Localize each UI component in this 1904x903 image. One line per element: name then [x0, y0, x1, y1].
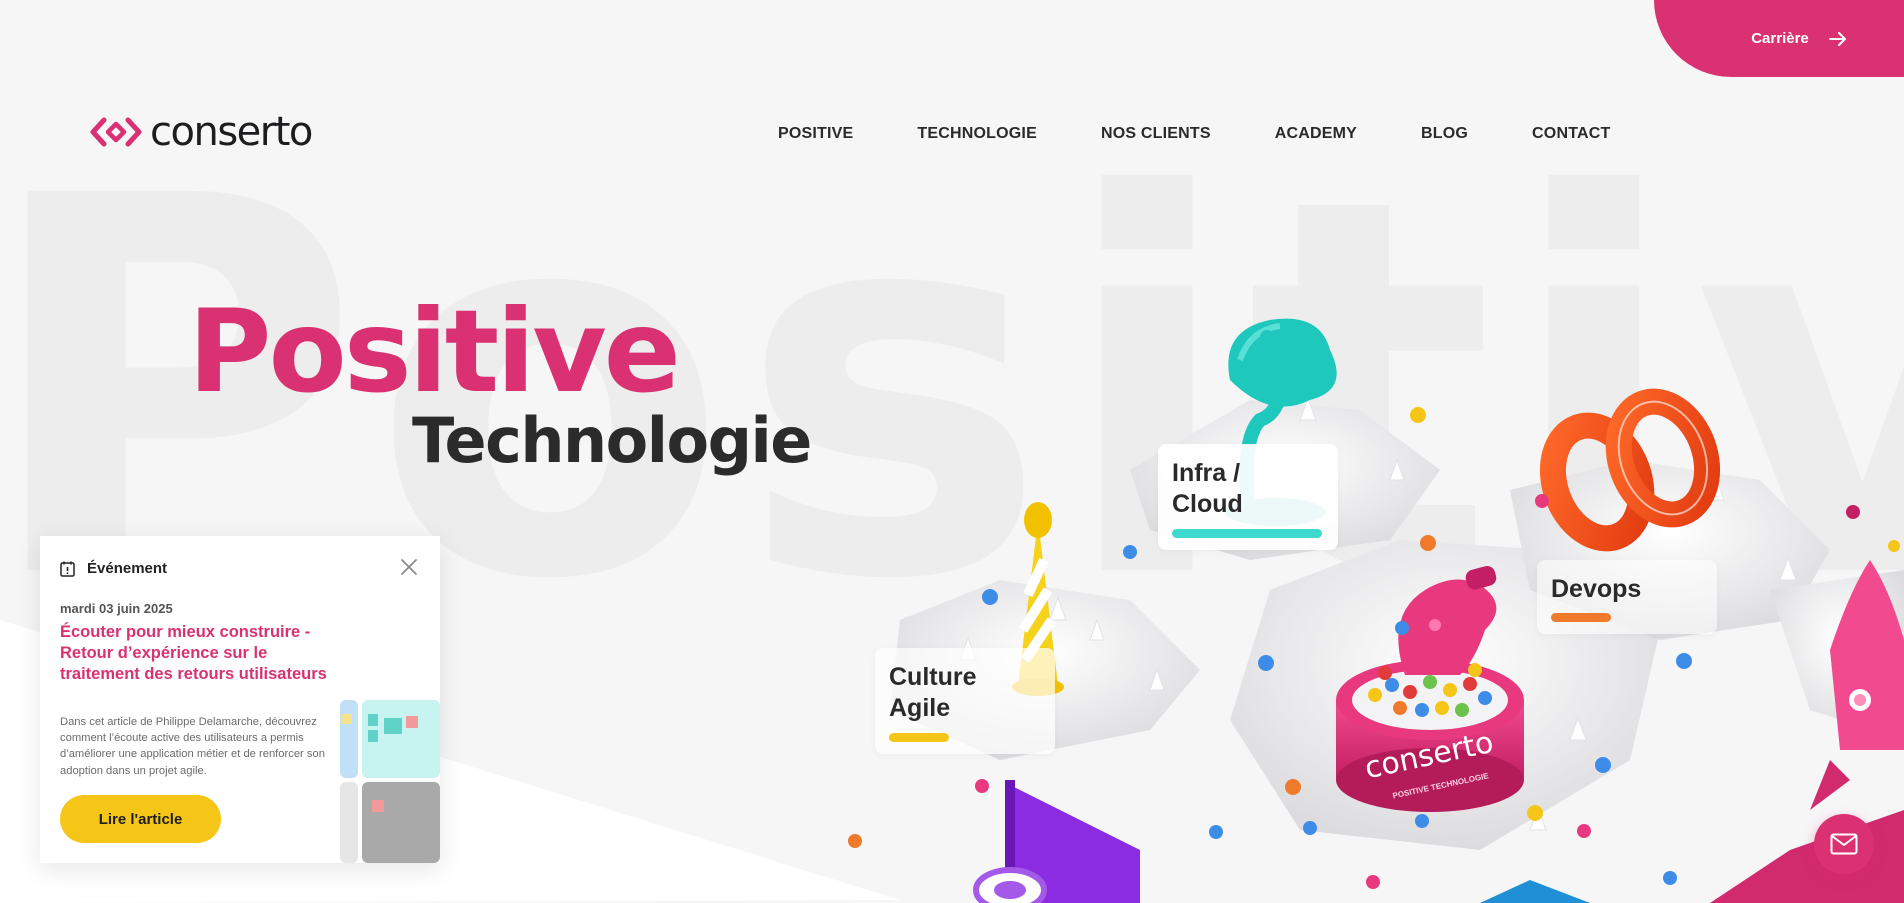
- label-devops-bar: [1551, 613, 1611, 623]
- code-brackets-icon: [90, 117, 142, 147]
- event-description: Dans cet article de Philippe Delamarche,…: [60, 716, 325, 777]
- logo-wordmark: conserto: [150, 109, 313, 155]
- arrow-right-icon: [1828, 31, 1846, 46]
- nav-item-contact[interactable]: CONTACT: [1532, 125, 1610, 143]
- label-culture-agile-line1: Culture: [889, 663, 977, 691]
- label-infra-cloud: Infra / Cloud: [1158, 444, 1338, 550]
- calendar-alert-icon: [60, 561, 75, 577]
- career-label: Carrière: [1751, 30, 1809, 47]
- event-title[interactable]: Écouter pour mieux construire - Retour d…: [60, 622, 330, 684]
- close-icon[interactable]: [400, 558, 418, 576]
- nav-item-nos-clients[interactable]: NOS CLIENTS: [1101, 125, 1211, 143]
- nav-item-technologie[interactable]: TECHNOLOGIE: [917, 125, 1037, 143]
- nav-item-positive[interactable]: POSITIVE: [778, 125, 853, 143]
- envelope-icon: [1830, 833, 1858, 855]
- label-infra-cloud-line2: Cloud: [1172, 490, 1243, 519]
- hero-illustration: conserto POSITIVE TECHNOLOGIE Infra / Cl…: [830, 290, 1904, 903]
- event-popup-card: Événement mardi 03 juin 2025 Écouter pou…: [40, 536, 440, 863]
- label-devops: Devops: [1537, 560, 1717, 635]
- label-culture-agile-line2: Agile: [889, 694, 951, 723]
- label-culture-agile: Culture Agile: [875, 648, 1055, 754]
- site-logo[interactable]: conserto: [90, 109, 313, 155]
- label-culture-agile-bar: [889, 732, 949, 742]
- event-category: Événement: [87, 560, 168, 577]
- main-nav: POSITIVE TECHNOLOGIE NOS CLIENTS ACADEMY…: [778, 125, 1610, 143]
- nav-item-blog[interactable]: BLOG: [1421, 125, 1468, 143]
- label-infra-cloud-line1: Infra /: [1172, 459, 1241, 487]
- label-infra-cloud-bar: [1172, 528, 1322, 538]
- label-devops-line1: Devops: [1551, 575, 1642, 603]
- event-thumbnail-image: [340, 700, 440, 863]
- nav-item-academy[interactable]: ACADEMY: [1275, 125, 1357, 143]
- read-article-button[interactable]: Lire l'article: [60, 795, 221, 843]
- hero-title: Positive: [188, 285, 681, 418]
- isometric-scene-illustration: conserto POSITIVE TECHNOLOGIE: [848, 318, 1904, 903]
- career-button[interactable]: Carrière: [1654, 0, 1904, 77]
- hero-subtitle: Technologie: [412, 404, 812, 477]
- event-header: Événement: [60, 560, 167, 577]
- contact-mail-button[interactable]: [1814, 814, 1874, 874]
- event-date: mardi 03 juin 2025: [60, 601, 173, 616]
